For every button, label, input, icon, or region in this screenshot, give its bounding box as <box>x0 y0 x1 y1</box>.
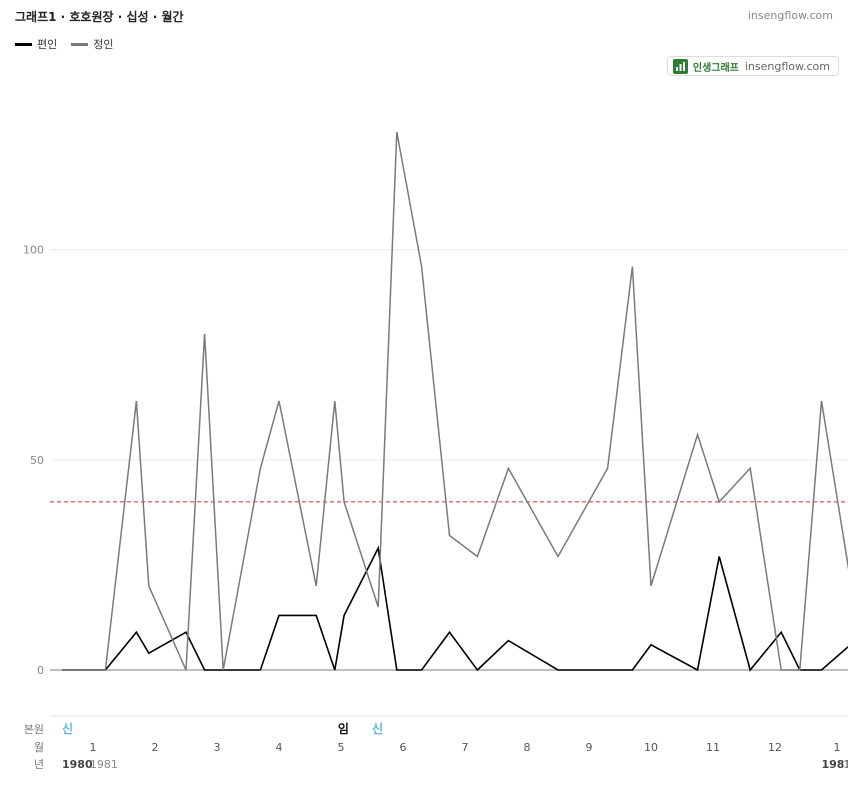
series-line-2 <box>62 131 848 671</box>
bonwon-marker: 임 <box>338 722 349 736</box>
x-tick-label: 11 <box>706 741 720 754</box>
row-label-bonwon: 본원 <box>24 723 44 736</box>
series-lines <box>62 131 848 672</box>
x-tick-label: 3 <box>214 741 221 754</box>
axis-labels: 050100본원월년신 임 신1 2 3 4 5 6 7 8 9 10 11 12 119801981 198… <box>23 244 848 771</box>
year-label: 1980 <box>62 758 93 771</box>
x-tick-label: 1 <box>834 741 841 754</box>
x-tick-label: 6 <box>400 741 407 754</box>
bonwon-marker: 신 <box>372 721 383 736</box>
year-label: 1982 <box>843 758 848 771</box>
y-tick-label: 100 <box>23 244 44 257</box>
x-tick-label: 12 <box>768 741 782 754</box>
y-tick-label: 50 <box>30 454 44 467</box>
line-chart: 050100본원월년신 임 신1 2 3 4 5 6 7 8 9 10 11 12 119801981 198… <box>23 131 848 771</box>
x-tick-label: 4 <box>276 741 283 754</box>
year-label: 1981 <box>90 758 118 771</box>
x-tick-label: 1 <box>90 741 97 754</box>
x-tick-label: 2 <box>152 741 159 754</box>
x-tick-label: 9 <box>586 741 593 754</box>
x-tick-label: 7 <box>462 741 469 754</box>
row-label-year: 년 <box>34 758 44 771</box>
x-tick-label: 5 <box>338 741 345 754</box>
x-tick-label: 10 <box>644 741 658 754</box>
series-line-1 <box>62 545 848 672</box>
grid-lines <box>50 249 848 717</box>
x-tick-label: 8 <box>524 741 531 754</box>
y-tick-label: 0 <box>37 664 44 677</box>
bonwon-marker: 신 <box>62 721 73 736</box>
row-label-month: 월 <box>34 741 44 754</box>
